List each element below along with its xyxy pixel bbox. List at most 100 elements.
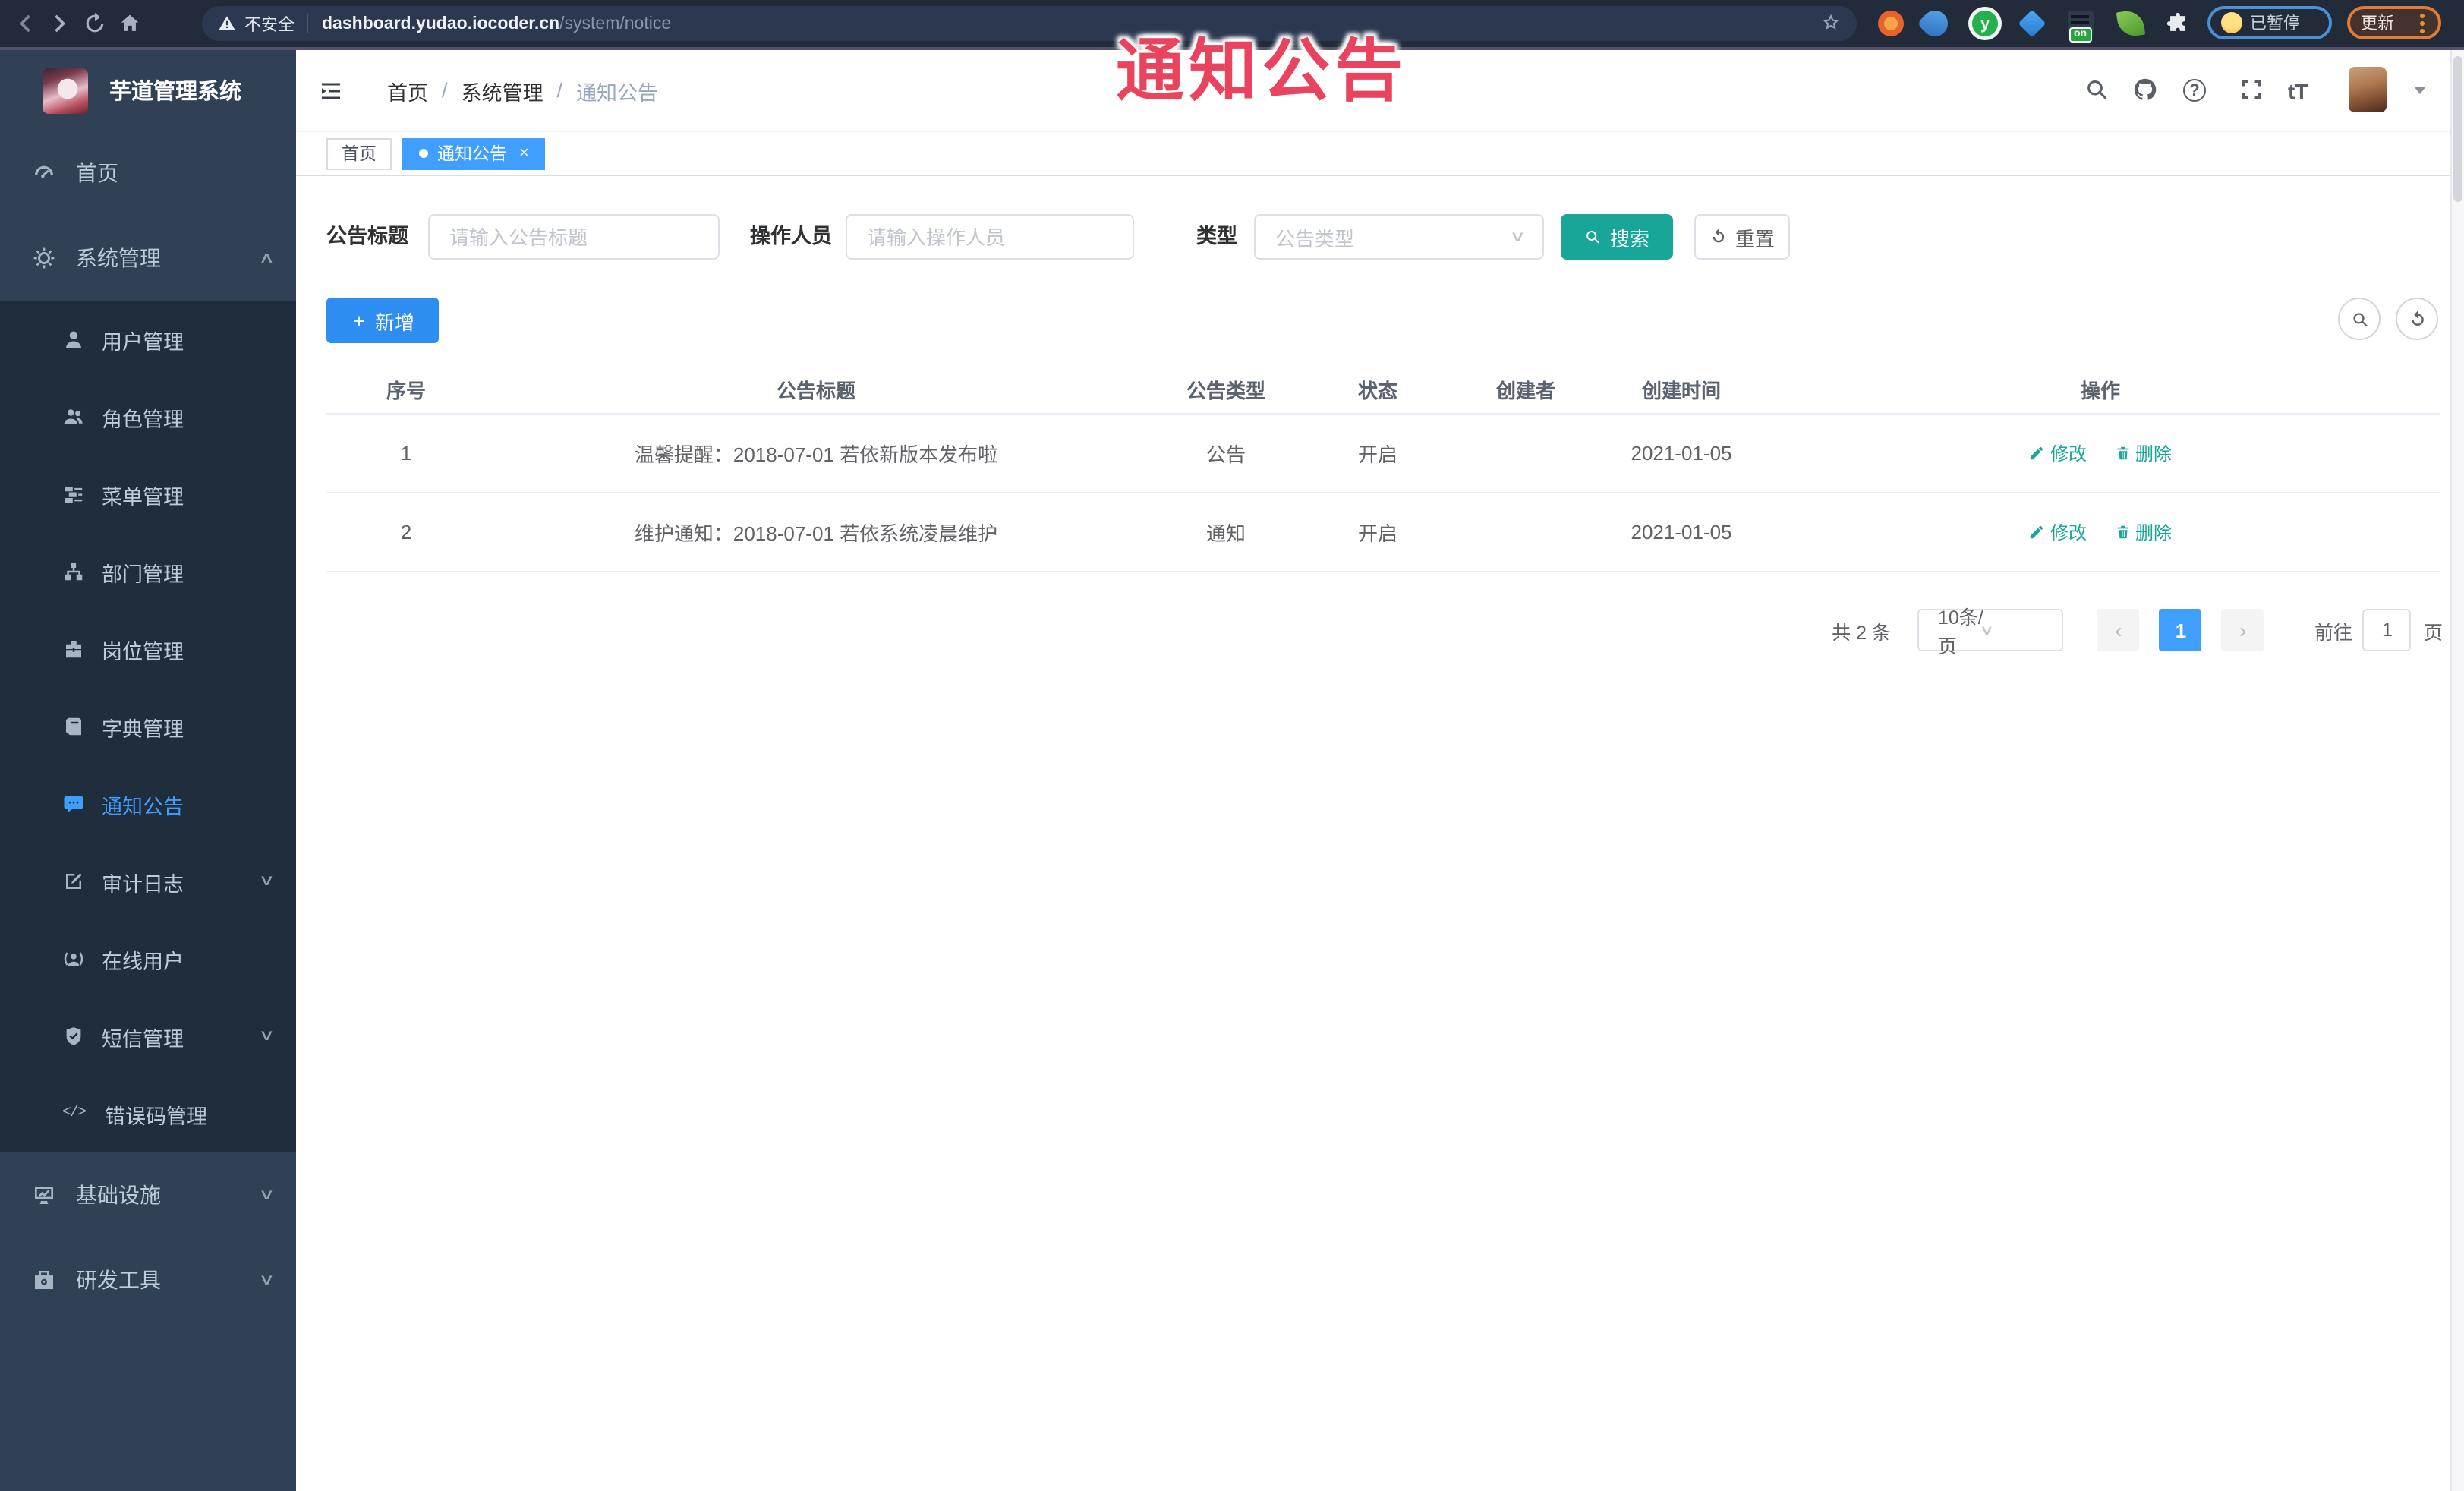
notice-type-select[interactable]: 公告类型 ∨ [1254,214,1544,260]
operator-input[interactable] [846,214,1134,260]
refresh-table-button[interactable] [2396,298,2438,340]
col-status: 状态 [1357,379,1397,402]
header-search-icon[interactable] [2083,76,2110,103]
sidebar-item-home[interactable]: 首页 [0,131,296,216]
insecure-warning-icon [217,14,237,33]
address-bar[interactable]: 不安全 dashboard.yudao.iocoder.cn /system/n… [202,6,1857,41]
sidebar-item-sms[interactable]: 短信管理 ∨ [0,998,296,1075]
gear-icon [32,246,56,270]
browser-home-icon[interactable] [117,11,143,36]
sidebar-item-notice[interactable]: 通知公告 [0,765,296,843]
notice-title-label: 公告标题 [326,225,408,247]
delete-link[interactable]: 删除 [2114,440,2172,466]
chrome-menu-icon[interactable] [2420,20,2425,25]
paused-label: 已暂停 [2250,15,2300,33]
breadcrumb-system[interactable]: 系统管理 [462,75,544,106]
sidebar-item-dict[interactable]: 字典管理 [0,688,296,765]
screen: 不安全 dashboard.yudao.iocoder.cn /system/n… [0,0,2464,1491]
scrollbar-thumb[interactable] [2453,56,2462,202]
sidebar-item-menus[interactable]: 菜单管理 [0,455,296,533]
sidebar-item-roles[interactable]: 角色管理 [0,378,296,455]
toggle-search-button[interactable] [2338,298,2381,340]
edit-link[interactable]: 修改 [2029,519,2087,545]
user-avatar[interactable] [2349,67,2387,112]
page-scrollbar[interactable] [2450,50,2464,1491]
sidebar-item-audit-log[interactable]: 审计日志 ∨ [0,843,296,920]
sidebar-item-users[interactable]: 用户管理 [0,301,296,378]
search-button[interactable]: 搜索 [1561,214,1673,260]
help-icon[interactable]: ? [2183,79,2206,102]
edit-link[interactable]: 修改 [2029,440,2087,466]
browser-reload-icon[interactable] [82,11,108,36]
sidebar-item-dev-tools[interactable]: 研发工具 ∨ [0,1237,296,1322]
goto-label: 前往 [2314,622,2352,643]
chevron-up-icon: ∧ [257,250,275,266]
extension-blue-icon[interactable] [1916,5,1954,43]
col-creator: 创建者 [1495,379,1555,402]
extension-switch-icon[interactable]: on [2068,11,2094,43]
browser-forward-icon[interactable] [47,11,73,36]
security-warning-label: 不安全 [244,16,295,34]
message-icon [62,793,85,815]
sidebar-item-infrastructure[interactable]: 基础设施 ∨ [0,1152,296,1237]
font-size-icon[interactable]: tT [2288,79,2308,103]
extension-green-y-icon[interactable]: y [1972,11,1998,36]
bookmark-star-icon[interactable] [1820,12,1842,33]
briefcase-icon [62,638,85,660]
delete-link[interactable]: 删除 [2114,519,2172,545]
fullscreen-icon[interactable] [2238,76,2265,103]
chevron-down-icon: ∨ [257,1272,275,1288]
search-icon [2349,309,2369,329]
active-tab-dot [419,149,428,158]
next-page-button[interactable]: › [2221,609,2264,651]
extensions-puzzle-icon[interactable] [2165,11,2191,36]
sidebar-item-online-users[interactable]: 在线用户 [0,920,296,998]
extension-orange-icon[interactable] [1878,11,1904,36]
search-icon [1584,228,1602,246]
col-type: 公告类型 [1186,379,1265,402]
tab-notice[interactable]: 通知公告 × [402,137,546,169]
avatar-caret-icon[interactable] [2414,87,2426,94]
breadcrumb-separator: / [442,79,448,102]
current-page-button[interactable]: 1 [2159,609,2202,651]
sidebar-item-posts[interactable]: 岗位管理 [0,610,296,688]
profile-paused-badge[interactable]: 已暂停 [2207,6,2332,39]
table-row: 2 维护通知：2018-07-01 若依系统凌晨维护 通知 开启 2021-01… [326,493,2440,572]
prev-page-button[interactable]: ‹ [2097,609,2140,651]
notice-table: 序号 公告标题 公告类型 状态 创建者 创建时间 操作 1 温馨提醒：2018-… [326,364,2440,572]
table-header-row: 序号 公告标题 公告类型 状态 创建者 创建时间 操作 [326,364,2440,415]
reset-button[interactable]: 重置 [1694,214,1790,260]
sidebar-item-departments[interactable]: 部门管理 [0,533,296,610]
url-path: /system/notice [559,14,672,33]
edit-log-icon [62,870,85,893]
main-content: 首页 / 系统管理 / 通知公告 ? tT 首页 通知公告 × 公告标题 请输入… [296,50,2464,1491]
col-index: 序号 [386,379,426,402]
extension-leaf-icon[interactable] [2116,8,2146,39]
app-title: 芋道管理系统 [109,80,241,105]
add-button[interactable]: 新增 [326,298,439,343]
update-label: 更新 [2361,15,2394,33]
annotation-overlay: 通知公告 [1116,32,1408,109]
status-text: 开启 [1357,522,1397,545]
goto-page-input[interactable] [2362,609,2412,651]
github-icon[interactable] [2132,76,2159,103]
sidebar-toggle-icon[interactable] [317,77,345,105]
sidebar-item-system[interactable]: 系统管理 ∧ [0,216,296,301]
page-size-select[interactable]: 10条/页 ∨ [1917,607,2064,657]
notice-title-input[interactable] [428,214,720,260]
sidebar-logo[interactable]: 芋道管理系统 [0,50,296,131]
sidebar-item-error-codes[interactable]: </> 错误码管理 [0,1075,296,1152]
monitor-icon [32,1183,56,1207]
user-icon [62,328,85,351]
chrome-update-button[interactable]: 更新 [2347,6,2441,39]
breadcrumb-home[interactable]: 首页 [387,75,428,106]
chevron-down-icon: ∨ [1508,229,1526,245]
tab-home[interactable]: 首页 [326,137,392,169]
table-row: 1 温馨提醒：2018-07-01 若依新版本发布啦 公告 开启 2021-01… [326,415,2440,493]
extension-diamond-icon[interactable] [2018,9,2047,38]
users-icon [62,405,85,428]
online-icon [62,947,85,970]
close-icon[interactable]: × [519,144,529,162]
chevron-down-icon: ∨ [1980,622,1996,637]
browser-back-icon[interactable] [12,11,38,36]
